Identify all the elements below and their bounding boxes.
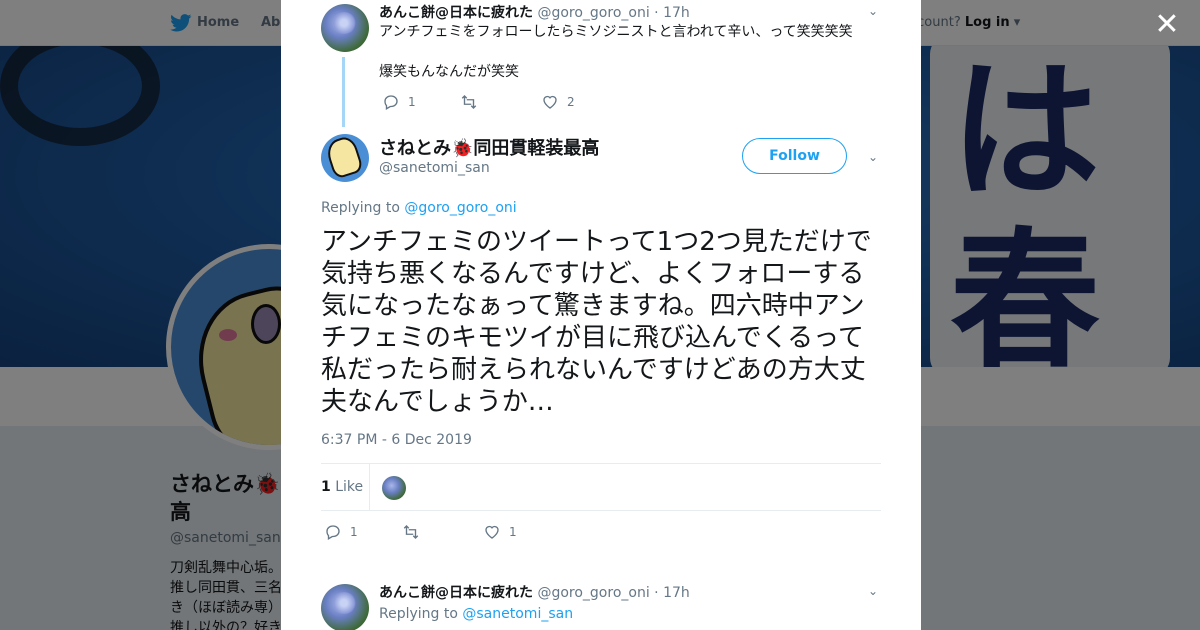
- reply-button[interactable]: 1: [382, 93, 416, 111]
- main-tweet-handle[interactable]: @sanetomi_san: [379, 160, 490, 176]
- parent-tweet-time[interactable]: · 17h: [654, 5, 690, 21]
- like-button[interactable]: 2: [541, 93, 575, 111]
- parent-tweet-text-line1: アンチフェミをフォローしたらミソジニストと言われて辛い、って笑笑笑笑: [379, 24, 853, 40]
- main-tweet-timestamp[interactable]: 6:37 PM - 6 Dec 2019: [321, 432, 472, 448]
- reply-button[interactable]: 1: [324, 523, 358, 541]
- reply-tweet-header: あんこ餅@日本に疲れた @goro_goro_oni · 17h: [379, 582, 690, 602]
- reply-replying-to: Replying to @sanetomi_san: [379, 606, 573, 622]
- reply-tweet-avatar[interactable]: [321, 584, 369, 630]
- heart-icon: [543, 95, 557, 109]
- reply-count: 1: [350, 525, 358, 539]
- retweet-button[interactable]: [402, 523, 428, 541]
- like-count: 2: [567, 95, 575, 109]
- retweet-button[interactable]: [460, 93, 486, 111]
- reply-icon: [326, 525, 340, 540]
- liker-avatar[interactable]: [382, 476, 406, 500]
- parent-tweet-handle[interactable]: @goro_goro_oni: [537, 5, 649, 21]
- close-icon[interactable]: ✕: [1152, 10, 1182, 40]
- replying-to-link[interactable]: @sanetomi_san: [462, 606, 573, 622]
- follow-button[interactable]: Follow: [742, 138, 847, 174]
- tweet-stats: 1 Like: [321, 463, 881, 511]
- replying-to-link[interactable]: @goro_goro_oni: [404, 200, 516, 216]
- thread-connector: [342, 57, 345, 127]
- like-button[interactable]: 1: [483, 523, 517, 541]
- likes-stat-label: Like: [335, 479, 364, 495]
- replying-prefix: Replying to: [321, 200, 405, 216]
- retweet-icon: [461, 95, 477, 109]
- reply-count: 1: [408, 95, 416, 109]
- retweet-icon: [403, 525, 419, 539]
- parent-tweet-text-line2: 爆笑もんなんだが笑笑: [379, 64, 519, 80]
- reply-tweet-name[interactable]: あんこ餅@日本に疲れた: [379, 585, 533, 601]
- replying-prefix: Replying to: [379, 606, 463, 622]
- heart-icon: [485, 525, 499, 539]
- parent-tweet-header: あんこ餅@日本に疲れた @goro_goro_oni · 17h: [379, 2, 690, 22]
- replying-to: Replying to @goro_goro_oni: [321, 200, 517, 216]
- main-tweet-avatar[interactable]: [321, 134, 369, 182]
- tweet-modal: あんこ餅@日本に疲れた @goro_goro_oni · 17h ⌄ アンチフェ…: [281, 0, 921, 630]
- like-count: 1: [509, 525, 517, 539]
- reply-icon: [384, 95, 398, 110]
- chevron-down-icon[interactable]: ⌄: [866, 150, 880, 164]
- parent-tweet-avatar[interactable]: [321, 4, 369, 52]
- main-tweet-name[interactable]: さねとみ🐞同田貫軽装最高: [379, 134, 599, 160]
- divider: [369, 464, 370, 510]
- likes-stat[interactable]: 1 Like: [321, 479, 363, 495]
- chevron-down-icon[interactable]: ⌄: [866, 4, 880, 18]
- chevron-down-icon[interactable]: ⌄: [866, 584, 880, 598]
- reply-tweet-time[interactable]: · 17h: [654, 585, 690, 601]
- likes-stat-count: 1: [321, 479, 331, 495]
- parent-tweet-name[interactable]: あんこ餅@日本に疲れた: [379, 5, 533, 21]
- main-tweet-text: アンチフェミのツイートって1つ2つ見ただけで気持ち悪くなるんですけど、よくフォロ…: [321, 227, 872, 417]
- reply-tweet-handle[interactable]: @goro_goro_oni: [537, 585, 649, 601]
